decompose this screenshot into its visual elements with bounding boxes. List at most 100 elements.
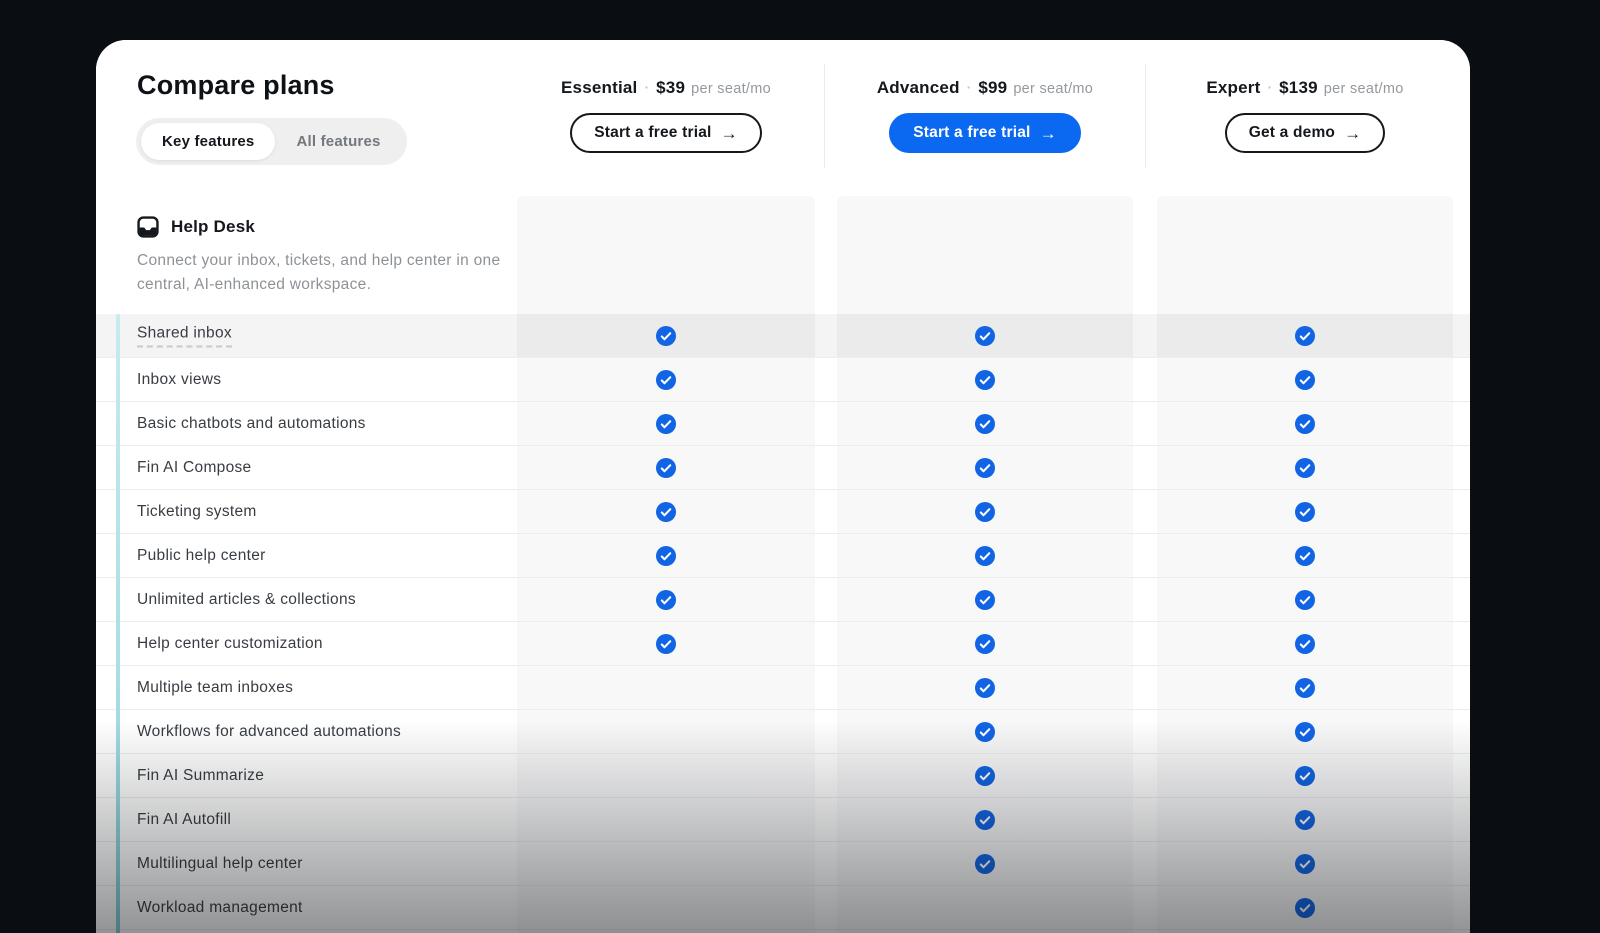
check-icon bbox=[975, 678, 995, 698]
feature-row[interactable]: Workflows for advanced automations bbox=[96, 710, 1470, 754]
feature-row[interactable]: Fin AI Summarize bbox=[96, 754, 1470, 798]
plan-cell-advanced bbox=[837, 490, 1133, 533]
plan-cell-advanced bbox=[837, 402, 1133, 445]
plan-cell-expert bbox=[1157, 886, 1453, 929]
plan-price: $139 bbox=[1279, 78, 1318, 97]
plan-cell-essential bbox=[517, 710, 815, 753]
feature-label: Basic chatbots and automations bbox=[137, 415, 366, 433]
feature-label: Workflows for advanced automations bbox=[137, 723, 401, 741]
check-icon bbox=[656, 414, 676, 434]
plan-cell-expert bbox=[1157, 402, 1453, 445]
feature-row[interactable]: Workload management bbox=[96, 886, 1470, 930]
check-icon bbox=[656, 326, 676, 346]
check-icon bbox=[656, 634, 676, 654]
feature-row[interactable]: Multiple team inboxes bbox=[96, 666, 1470, 710]
feature-label: Fin AI Compose bbox=[137, 459, 251, 477]
plan-price: $39 bbox=[656, 78, 685, 97]
check-icon bbox=[1295, 502, 1315, 522]
plan-cell-essential bbox=[517, 886, 815, 929]
plan-cell-advanced bbox=[837, 534, 1133, 577]
check-icon bbox=[1295, 458, 1315, 478]
scroll-indicator[interactable] bbox=[116, 314, 120, 933]
check-icon bbox=[975, 722, 995, 742]
arrow-right-icon: → bbox=[721, 125, 738, 142]
plan-period: per seat/mo bbox=[1324, 81, 1404, 97]
plan-cell-expert bbox=[1157, 798, 1453, 841]
feature-label: Public help center bbox=[137, 547, 266, 565]
plan-cell-expert bbox=[1157, 710, 1453, 753]
plan-cell-essential bbox=[517, 402, 815, 445]
check-icon bbox=[975, 590, 995, 610]
plan-name: Essential bbox=[561, 78, 637, 97]
cta-label: Start a free trial bbox=[913, 124, 1030, 142]
section-title: Help Desk bbox=[171, 217, 255, 237]
plan-cell-expert bbox=[1157, 578, 1453, 621]
feature-row[interactable]: Inbox views bbox=[96, 358, 1470, 402]
feature-rows: Shared inbox Inbox views Basic chatbots an… bbox=[96, 314, 1470, 930]
check-icon bbox=[1295, 898, 1315, 918]
cta-label: Start a free trial bbox=[594, 124, 711, 142]
check-icon bbox=[1295, 546, 1315, 566]
check-icon bbox=[1295, 414, 1315, 434]
plan-cell-advanced bbox=[837, 798, 1133, 841]
page-title: Compare plans bbox=[137, 70, 335, 101]
plan-cell-advanced bbox=[837, 622, 1133, 665]
comparison-table: Help Desk Connect your inbox, tickets, a… bbox=[96, 196, 1470, 933]
check-icon bbox=[656, 370, 676, 390]
check-icon bbox=[975, 502, 995, 522]
plan-cell-expert bbox=[1157, 314, 1453, 357]
check-icon bbox=[975, 414, 995, 434]
check-icon bbox=[975, 766, 995, 786]
plan-name: Advanced bbox=[877, 78, 960, 97]
feature-row[interactable]: Ticketing system bbox=[96, 490, 1470, 534]
feature-label[interactable]: Shared inbox bbox=[137, 324, 232, 347]
section-description: Connect your inbox, tickets, and help ce… bbox=[137, 249, 509, 298]
plan-cell-expert bbox=[1157, 446, 1453, 489]
card-header: Compare plans Key features All features … bbox=[96, 40, 1470, 196]
plan-cell-advanced bbox=[837, 314, 1133, 357]
plan-title-essential: Essential · $39 per seat/mo bbox=[517, 78, 815, 98]
get-a-demo-button-expert[interactable]: Get a demo → bbox=[1225, 113, 1386, 153]
feature-row[interactable]: Fin AI Compose bbox=[96, 446, 1470, 490]
start-free-trial-button-essential[interactable]: Start a free trial → bbox=[570, 113, 762, 153]
toggle-all-features[interactable]: All features bbox=[275, 123, 401, 160]
feature-label: Multiple team inboxes bbox=[137, 679, 293, 697]
feature-row[interactable]: Public help center bbox=[96, 534, 1470, 578]
plan-cell-expert bbox=[1157, 666, 1453, 709]
start-free-trial-button-advanced[interactable]: Start a free trial → bbox=[889, 113, 1081, 153]
feature-row[interactable]: Fin AI Autofill bbox=[96, 798, 1470, 842]
feature-row[interactable]: Basic chatbots and automations bbox=[96, 402, 1470, 446]
plan-cell-essential bbox=[517, 842, 815, 885]
feature-row[interactable]: Help center customization bbox=[96, 622, 1470, 666]
check-icon bbox=[975, 326, 995, 346]
check-icon bbox=[975, 634, 995, 654]
check-icon bbox=[975, 458, 995, 478]
plan-cell-expert bbox=[1157, 490, 1453, 533]
check-icon bbox=[1295, 634, 1315, 654]
plan-period: per seat/mo bbox=[691, 81, 771, 97]
plan-cell-essential bbox=[517, 622, 815, 665]
plan-column-essential: Essential · $39 per seat/mo Start a free tr… bbox=[517, 40, 815, 153]
plan-cell-essential bbox=[517, 798, 815, 841]
dot-separator-icon: · bbox=[644, 79, 649, 95]
plan-cell-advanced bbox=[837, 842, 1133, 885]
check-icon bbox=[656, 458, 676, 478]
feature-label: Fin AI Autofill bbox=[137, 811, 231, 829]
check-icon bbox=[975, 854, 995, 874]
feature-row[interactable]: Multilingual help center bbox=[96, 842, 1470, 886]
toggle-key-features[interactable]: Key features bbox=[141, 123, 275, 160]
plan-period: per seat/mo bbox=[1013, 81, 1093, 97]
plan-cell-expert bbox=[1157, 358, 1453, 401]
plan-title-advanced: Advanced·$99per seat/mo bbox=[837, 78, 1133, 98]
feature-row[interactable]: Shared inbox bbox=[96, 314, 1470, 358]
plan-cell-essential bbox=[517, 666, 815, 709]
arrow-right-icon: → bbox=[1040, 125, 1057, 142]
check-icon bbox=[656, 502, 676, 522]
check-icon bbox=[656, 590, 676, 610]
plan-cell-essential bbox=[517, 490, 815, 533]
check-icon bbox=[1295, 854, 1315, 874]
plan-cell-expert bbox=[1157, 842, 1453, 885]
plan-cell-advanced bbox=[837, 446, 1133, 489]
check-icon bbox=[975, 370, 995, 390]
feature-row[interactable]: Unlimited articles & collections bbox=[96, 578, 1470, 622]
